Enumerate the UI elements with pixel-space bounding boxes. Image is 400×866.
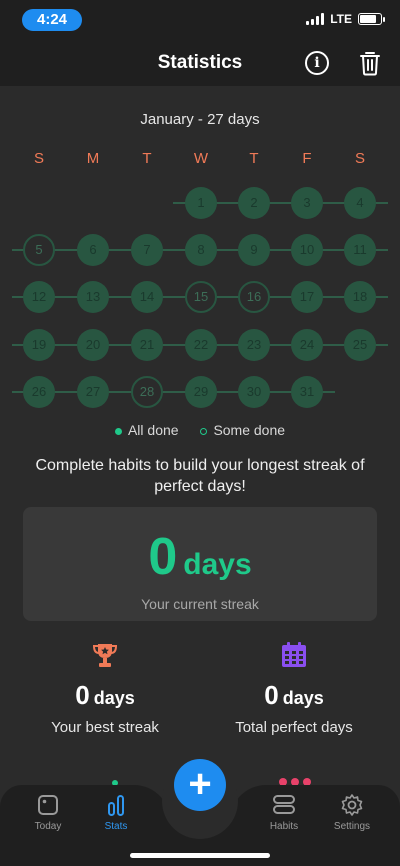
calendar-day[interactable]: 28 [131, 376, 163, 408]
tab-stats-label: Stats [104, 821, 128, 832]
perfect-days-stat: 0 days Total perfect days [204, 640, 384, 736]
calendar-day[interactable]: 15 [185, 281, 217, 313]
calendar-day[interactable]: 9 [238, 234, 270, 266]
calendar-day[interactable]: 13 [77, 281, 109, 313]
perfect-days-label: Total perfect days [235, 719, 353, 736]
streak-message: Complete habits to build your longest st… [35, 457, 365, 495]
calendar-day[interactable]: 23 [238, 329, 270, 361]
calendar-day[interactable]: 30 [238, 376, 270, 408]
best-streak-value: 0 days [15, 680, 195, 711]
calendar-day[interactable]: 12 [23, 281, 55, 313]
calendar-legend: All done Some done [0, 422, 400, 438]
tab-settings[interactable]: Settings [322, 793, 382, 832]
tab-today-label: Today [34, 821, 62, 832]
calendar-day[interactable]: 14 [131, 281, 163, 313]
tab-stats[interactable]: Stats [86, 793, 146, 832]
week-connector [12, 391, 335, 393]
dice-icon [38, 795, 58, 815]
best-streak-unit: days [93, 688, 135, 708]
calendar-day[interactable]: 27 [77, 376, 109, 408]
tab-today[interactable]: Today [18, 793, 78, 832]
current-streak-value: 0 days [23, 527, 377, 587]
legend-some-done: Some done [213, 422, 286, 438]
calendar-day[interactable]: 25 [344, 329, 376, 361]
tab-settings-label: Settings [333, 821, 371, 832]
perfect-days-unit: days [282, 688, 324, 708]
home-indicator [130, 853, 270, 858]
current-streak-card: 0 days Your current streak [23, 507, 377, 621]
calendar-day[interactable]: 26 [23, 376, 55, 408]
calendar-day[interactable]: 21 [131, 329, 163, 361]
calendar-day[interactable]: 5 [23, 234, 55, 266]
calendar-day[interactable]: 6 [77, 234, 109, 266]
bar-chart-icon [108, 795, 124, 816]
calendar-day[interactable]: 16 [238, 281, 270, 313]
calendar-day[interactable]: 20 [77, 329, 109, 361]
calendar-day[interactable]: 17 [291, 281, 323, 313]
trophy-icon [92, 644, 118, 667]
calendar-day[interactable]: 31 [291, 376, 323, 408]
calendar-day[interactable]: 24 [291, 329, 323, 361]
calendar-day[interactable]: 3 [291, 187, 323, 219]
current-streak-label: Your current streak [141, 596, 259, 612]
calendar-day[interactable]: 2 [238, 187, 270, 219]
best-streak-label: Your best streak [51, 719, 159, 736]
calendar-day[interactable]: 11 [344, 234, 376, 266]
calendar-day[interactable]: 8 [185, 234, 217, 266]
perfect-days-value: 0 days [204, 680, 384, 711]
current-streak-unit: days [183, 548, 252, 581]
perfect-days-number: 0 [264, 680, 279, 710]
current-streak-number: 0 [148, 528, 178, 586]
best-streak-number: 0 [75, 680, 90, 710]
calendar-day[interactable]: 18 [344, 281, 376, 313]
tab-habits[interactable]: Habits [254, 793, 314, 832]
legend-all-done: All done [127, 422, 179, 438]
all-done-dot [114, 427, 122, 435]
calendar-day[interactable]: 29 [185, 376, 217, 408]
stack-icon [273, 795, 295, 814]
calendar-grid: 1 2 3 4 5 6 7 8 9 10 11 12 13 14 15 16 17 18 19 20 21 22 23 24 2… [0, 0, 400, 420]
some-done-ring [200, 427, 208, 435]
calendar-day[interactable]: 19 [23, 329, 55, 361]
calendar-day[interactable]: 10 [291, 234, 323, 266]
calendar-day[interactable]: 7 [131, 234, 163, 266]
calendar-icon [282, 642, 306, 667]
gear-icon [341, 794, 363, 816]
calendar-day[interactable]: 1 [185, 187, 217, 219]
add-habit-button[interactable]: + [174, 759, 226, 811]
calendar-day[interactable]: 4 [344, 187, 376, 219]
tab-habits-label: Habits [269, 821, 299, 832]
best-streak-stat: 0 days Your best streak [15, 640, 195, 736]
calendar-day[interactable]: 22 [185, 329, 217, 361]
